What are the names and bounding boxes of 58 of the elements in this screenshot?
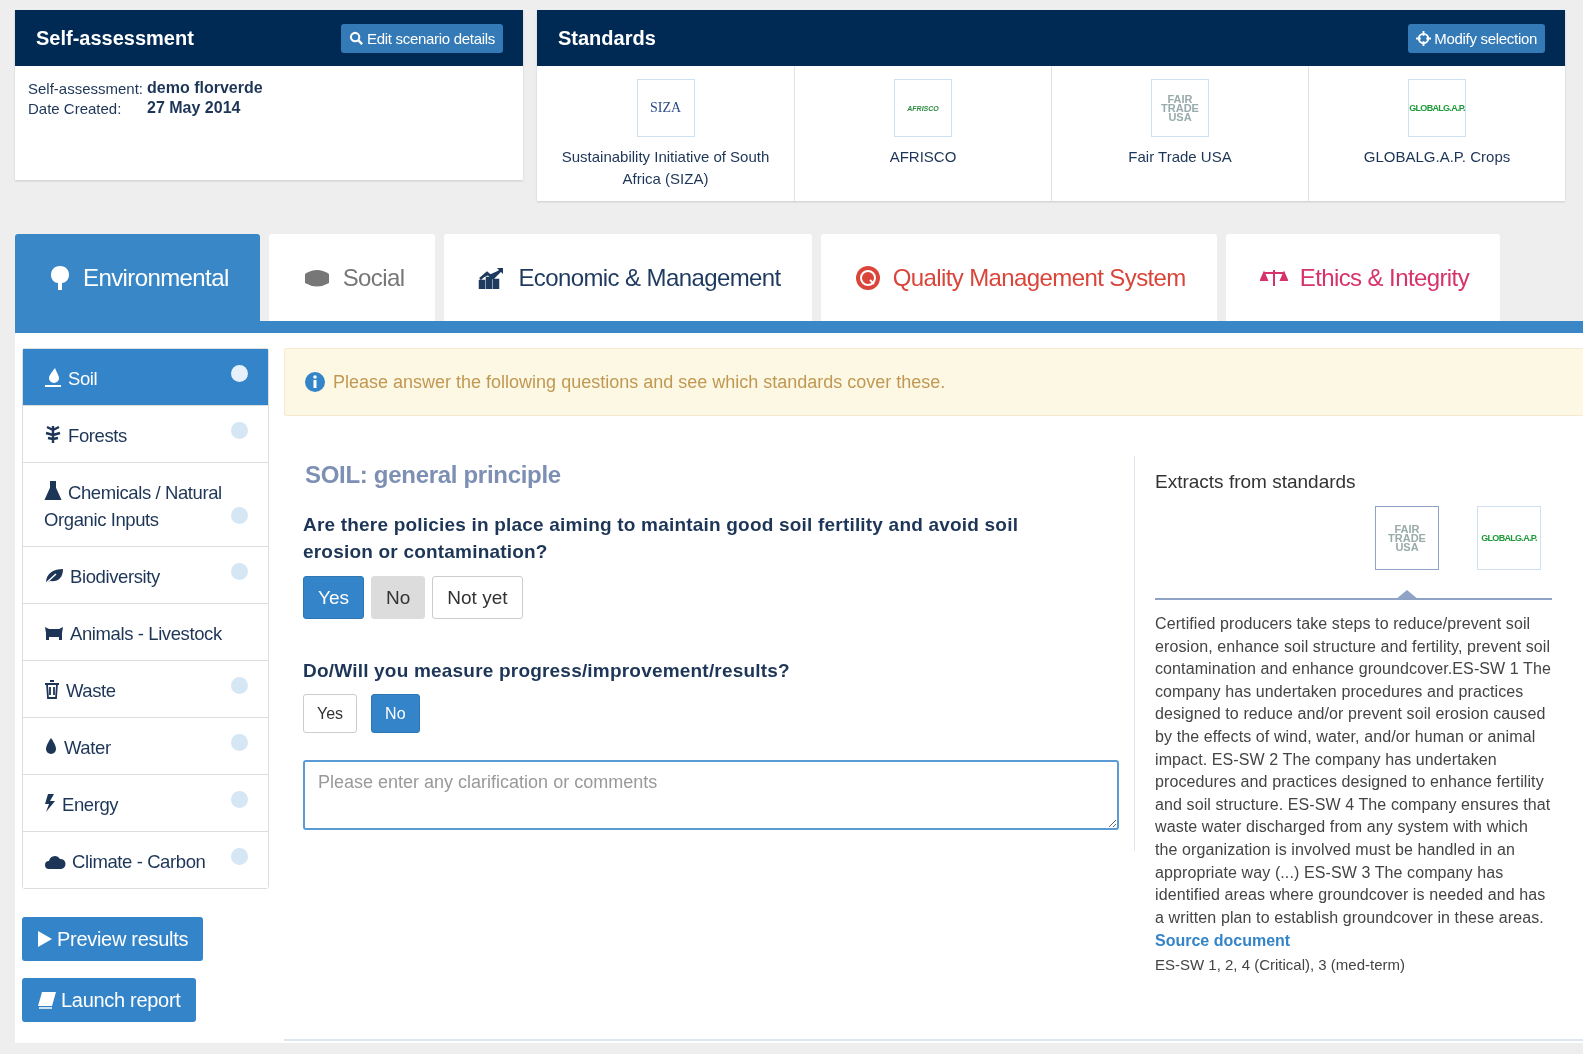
- extract-text: Certified producers take steps to reduce/prevent soil erosion, enhance soil structure and fertility, prevent soil contamination and enhance groundcover.ES-SW 1 The company has undertaken procedures and practices designed to reduce and/or prevent soil erosion caused by the effects of wind, water, and/or human or animal impact. ES-SW 2 The company has undertaken procedures and practices designed to enhance fertility and soil structure. ES-SW 4 The company ensures that waste water discharged from any system with which the organization is involved must be handled in an appropriate way (...) ES-SW 3 The company has identified areas where groundcover is needed and has a written plan to establish groundcover in these areas.: [1155, 614, 1552, 928]
- sidebar-item[interactable]: Climate - Carbon: [23, 831, 268, 888]
- scales-icon: [1259, 268, 1288, 287]
- card-title: Self-assessment: [36, 26, 194, 50]
- field-label: Self-assessment:: [28, 79, 144, 97]
- leaf-icon: [44, 567, 64, 585]
- report-button[interactable]: Launch report: [22, 978, 196, 1022]
- standard-logo: GLOBALG.A.P.: [1408, 79, 1466, 137]
- cloud-icon: [44, 854, 66, 870]
- preview-button[interactable]: Preview results: [22, 917, 204, 961]
- standard-logo: FAIR TRADE USA: [1151, 79, 1209, 137]
- section-heading: SOIL: general principle: [305, 461, 562, 489]
- standard-name: Sustainability Initiative of South Africa (SIZA): [560, 147, 771, 189]
- alert-text: Please answer the following questions and see which standards cover these.: [333, 371, 946, 393]
- info-icon: [305, 372, 325, 392]
- edit-button[interactable]: Edit scenario details: [341, 23, 503, 53]
- answer-option[interactable]: No: [371, 694, 420, 733]
- standard-logo[interactable]: FAIR TRADE USA: [1375, 506, 1439, 570]
- standard-logo[interactable]: GLOBALG.A.P.: [1477, 506, 1541, 570]
- crosshair-icon: [1416, 30, 1432, 46]
- category-tab[interactable]: Ethics & Integrity: [1225, 234, 1501, 321]
- category-tab[interactable]: Quality Management System: [820, 234, 1217, 321]
- flask-icon: [44, 481, 62, 501]
- drop-icon: [44, 367, 62, 387]
- category-tab[interactable]: Environmental: [15, 234, 260, 321]
- extracts-title: Extracts from standards: [1155, 471, 1357, 493]
- tree-icon: [49, 264, 71, 291]
- standard-name: Fair Trade USA: [1127, 147, 1233, 167]
- reference-text: ES-SW 1, 2, 4 (Critical), 3 (med-term): [1155, 956, 1407, 974]
- animal-icon: [44, 624, 64, 642]
- sidebar-item[interactable]: Soil: [23, 349, 268, 405]
- lightning-icon: [44, 793, 56, 813]
- field-label: Date Created:: [28, 99, 123, 117]
- answer-option[interactable]: Yes: [303, 576, 364, 619]
- search-icon: [349, 30, 365, 46]
- drop-icon: [44, 737, 58, 756]
- standard-name: GLOBALG.A.P. Crops: [1362, 147, 1512, 167]
- answer-option[interactable]: Not yet: [432, 576, 523, 619]
- source-link[interactable]: Source document: [1155, 932, 1291, 951]
- field-value: 27 May 2014: [147, 99, 242, 117]
- standard-logo: SIZA: [636, 79, 695, 137]
- pointer-arrow: [1395, 590, 1419, 600]
- book-icon: [37, 991, 57, 1009]
- question-text: Do/Will you measure progress/improvement/results?: [303, 659, 791, 683]
- seal-icon: [854, 264, 881, 291]
- answer-option[interactable]: No: [371, 576, 426, 619]
- play-icon: [37, 930, 53, 948]
- field-value: demo florverde: [147, 79, 264, 97]
- trash-icon: [44, 680, 60, 699]
- answer-option[interactable]: Yes: [303, 694, 358, 733]
- modify-selection-button[interactable]: Modify selection: [1408, 23, 1545, 53]
- comment-field[interactable]: Please enter any clarification or comments: [303, 760, 1119, 830]
- question-text: Are there policies in place aiming to maintain good soil fertility and avoid soil erosion or contamination?: [303, 513, 1020, 564]
- category-tab[interactable]: Economic & Management: [444, 234, 812, 321]
- standard-name: AFRISCO: [888, 147, 958, 167]
- category-tab[interactable]: Social: [268, 234, 436, 321]
- plant-icon: [44, 424, 62, 444]
- card-title: Standards: [558, 26, 656, 50]
